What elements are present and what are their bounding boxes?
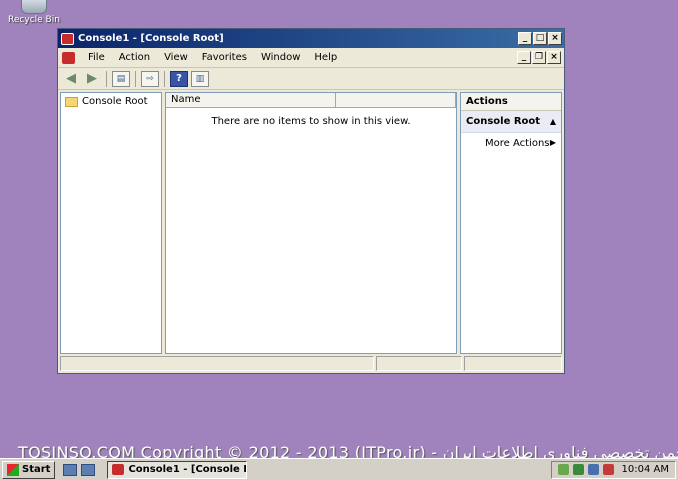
window-title: Console1 - [Console Root] (78, 33, 224, 44)
network-icon[interactable] (557, 464, 569, 475)
menu-help[interactable]: Help (307, 52, 344, 63)
empty-list-message: There are no items to show in this view. (211, 116, 411, 127)
recycle-bin-icon (21, 0, 47, 14)
results-pane: Name There are no items to show in this … (165, 92, 457, 354)
recycle-bin-shortcut[interactable]: Recycle Bin (6, 0, 62, 25)
child-minimize-button[interactable]: _ (517, 51, 531, 64)
submenu-arrow-icon: ▶ (549, 138, 556, 147)
actions-pane: Actions Console Root ▲ More Actions ▶ (460, 92, 562, 354)
more-actions-label: More Actions (485, 138, 550, 149)
mmc-app-icon (112, 464, 125, 475)
menu-bar: File Action View Favorites Window Help _… (58, 48, 564, 68)
status-bar (60, 356, 562, 371)
taskbar-button-console1[interactable]: Console1 - [Console R... (107, 460, 248, 479)
menu-view[interactable]: View (157, 52, 195, 63)
minimize-button[interactable]: _ (518, 32, 532, 45)
tree-item-console-root[interactable]: Console Root (61, 93, 161, 110)
toolbar-separator (106, 70, 107, 87)
volume-muted-icon[interactable] (602, 464, 614, 475)
toolbar-separator (164, 70, 165, 87)
column-header-name[interactable]: Name (166, 93, 336, 107)
security-shield-icon[interactable] (572, 464, 584, 475)
toolbar: ◀ ▶ ▤ ⇨ ? ▥ (58, 68, 564, 90)
column-header-blank[interactable] (336, 93, 456, 107)
console-tree-pane: Console Root (60, 92, 162, 354)
show-desktop-icon[interactable] (81, 463, 96, 476)
menu-file[interactable]: File (81, 52, 112, 63)
mmc-app-icon[interactable] (61, 32, 74, 45)
forward-arrow-icon[interactable]: ▶ (83, 71, 101, 87)
help-icon[interactable]: ? (170, 70, 188, 87)
child-window-icon[interactable] (62, 51, 75, 64)
status-panel-1 (60, 356, 374, 371)
export-list-icon[interactable]: ⇨ (141, 70, 159, 87)
column-header-row: Name (166, 93, 456, 108)
recycle-bin-label: Recycle Bin (8, 15, 60, 25)
status-panel-2 (376, 356, 462, 371)
start-button[interactable]: Start (2, 460, 56, 479)
show-hide-action-pane-icon[interactable]: ▥ (191, 70, 209, 87)
server-manager-icon[interactable] (63, 463, 78, 476)
more-actions-item[interactable]: More Actions ▶ (461, 133, 561, 154)
quick-launch (63, 463, 96, 476)
maximize-button[interactable]: □ (533, 32, 547, 45)
toolbar-separator (135, 70, 136, 87)
taskbar-button-label: Console1 - [Console R... (128, 464, 246, 475)
window-titlebar[interactable]: Console1 - [Console Root] _ □ × (58, 29, 564, 48)
child-close-button[interactable]: × (547, 51, 561, 64)
clock[interactable]: 10:04 AM (622, 464, 669, 475)
mmc-window: Console1 - [Console Root] _ □ × File Act… (57, 28, 565, 374)
collapse-up-icon[interactable]: ▲ (550, 117, 556, 126)
actions-section-console-root[interactable]: Console Root ▲ (461, 111, 561, 133)
tree-item-label: Console Root (82, 96, 148, 107)
status-panel-3 (464, 356, 562, 371)
windows-logo-icon (7, 463, 19, 476)
menu-action[interactable]: Action (112, 52, 157, 63)
child-restore-button[interactable]: ❐ (532, 51, 546, 64)
close-button[interactable]: × (548, 32, 562, 45)
menu-favorites[interactable]: Favorites (195, 52, 254, 63)
system-tray: 10:04 AM (550, 460, 676, 479)
show-hide-tree-icon[interactable]: ▤ (112, 70, 130, 87)
actions-section-label: Console Root (466, 116, 541, 127)
monitor-icon[interactable] (587, 464, 599, 475)
menu-window[interactable]: Window (254, 52, 307, 63)
taskbar: Start Console1 - [Console R... 10:04 AM (0, 458, 678, 480)
actions-header: Actions (461, 93, 561, 111)
back-arrow-icon[interactable]: ◀ (62, 71, 80, 87)
folder-icon (65, 96, 78, 107)
start-label: Start (22, 464, 51, 475)
